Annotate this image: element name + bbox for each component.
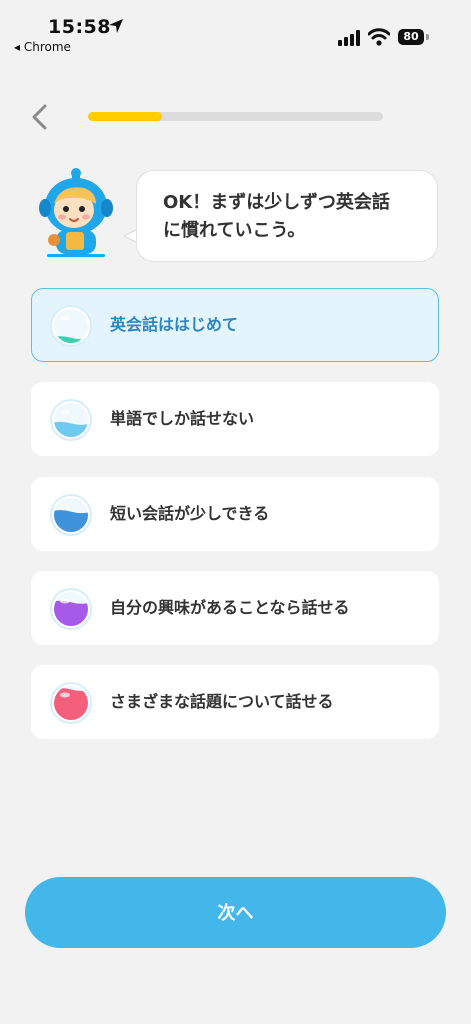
- option-label: さまざまな話題について話せる: [110, 692, 334, 711]
- speech-line-1: OK！まずは少しずつ英会話: [163, 192, 390, 213]
- option-card-3[interactable]: 短い会話が少しできる: [31, 477, 439, 551]
- battery-indicator: 80: [398, 29, 424, 45]
- battery-tip: [426, 34, 429, 40]
- wifi-icon: [368, 28, 390, 46]
- status-bar: 15:58 ◂ Chrome 80: [0, 0, 471, 60]
- option-card-1[interactable]: 英会話ははじめて: [31, 288, 439, 362]
- progress-bar-fill: [88, 112, 162, 121]
- water-level-high-icon: [50, 588, 92, 630]
- option-card-4[interactable]: 自分の興味があることなら話せる: [31, 571, 439, 645]
- back-to-app-link[interactable]: ◂ Chrome: [14, 40, 71, 54]
- option-label: 自分の興味があることなら話せる: [110, 598, 350, 617]
- option-card-5[interactable]: さまざまな話題について話せる: [31, 665, 439, 739]
- speech-bubble: OK！まずは少しずつ英会話 に慣れていこう。: [136, 170, 438, 262]
- cellular-signal-icon: [338, 30, 360, 46]
- back-chevron-icon[interactable]: [26, 102, 54, 132]
- water-level-full-icon: [50, 682, 92, 724]
- speech-line-2: に慣れていこう。: [163, 220, 306, 241]
- water-level-low-icon: [50, 399, 92, 441]
- option-label: 短い会話が少しできる: [110, 504, 270, 523]
- next-button[interactable]: 次へ: [25, 877, 446, 948]
- location-arrow-icon: [109, 19, 123, 33]
- option-card-2[interactable]: 単語でしか話せない: [31, 382, 439, 456]
- speech-bubble-text: OK！まずは少しずつ英会話 に慣れていこう。: [163, 189, 419, 245]
- robot-mascot-icon: [39, 168, 113, 257]
- water-level-empty-icon: [50, 305, 92, 347]
- progress-bar: [88, 112, 383, 121]
- water-level-half-icon: [50, 494, 92, 536]
- status-time: 15:58: [48, 16, 111, 38]
- option-label: 単語でしか話せない: [110, 409, 255, 428]
- option-label: 英会話ははじめて: [110, 315, 239, 334]
